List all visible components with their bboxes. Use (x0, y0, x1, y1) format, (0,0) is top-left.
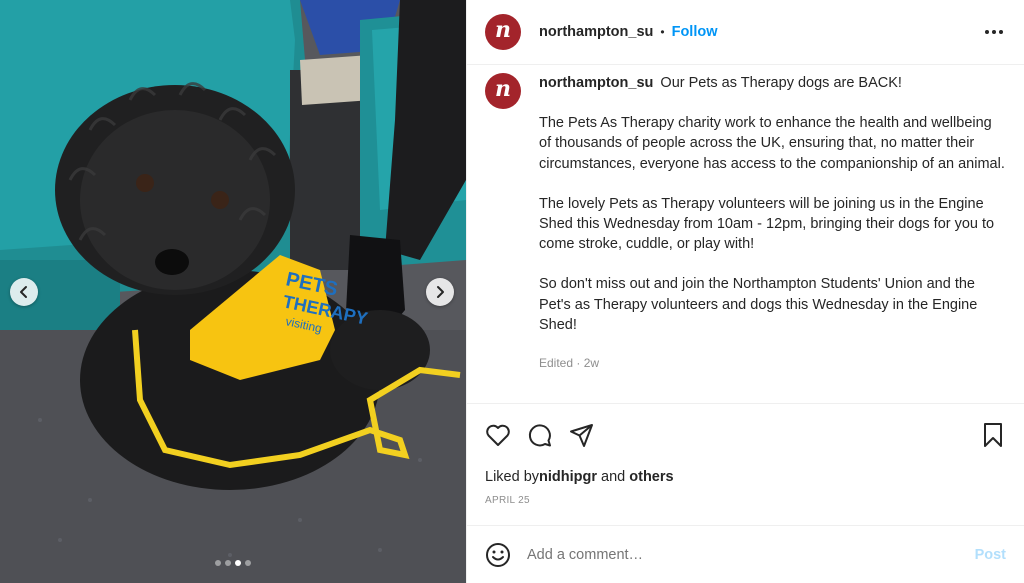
chevron-right-icon (437, 286, 444, 298)
liked-by-user-link[interactable]: nidhipgr (539, 469, 597, 485)
follow-button[interactable]: Follow (672, 24, 718, 40)
post-header: n northampton_su • Follow (467, 0, 1024, 65)
like-button[interactable] (485, 422, 511, 448)
likes-prefix: Liked by (485, 469, 540, 485)
more-horizontal-icon (985, 30, 1003, 34)
emoji-button[interactable] (485, 542, 511, 568)
caption-paragraph: So don't miss out and join the Northampt… (539, 276, 978, 333)
previous-photo-button[interactable] (10, 278, 38, 306)
share-button[interactable] (569, 422, 595, 448)
caption-username[interactable]: northampton_su (539, 75, 653, 91)
smiley-icon (486, 542, 510, 567)
caption: northampton_su Our Pets as Therapy dogs … (539, 73, 1006, 403)
caption-text: Our Pets as Therapy dogs are BACK! (660, 75, 902, 91)
save-button[interactable] (980, 422, 1006, 448)
carousel-dot (215, 560, 221, 566)
caption-paragraph: The Pets As Therapy charity work to enha… (539, 115, 1005, 172)
dog-photo-image: PETS THERAPY visiting (0, 0, 466, 583)
caption-paragraph: northampton_su Our Pets as Therapy dogs … (539, 73, 1006, 93)
post-date[interactable]: APRIL 25 (467, 489, 1024, 525)
comment-button[interactable] (527, 422, 553, 448)
comment-bar: Post (467, 525, 1024, 583)
avatar[interactable]: n (485, 14, 521, 50)
username-link[interactable]: northampton_su (539, 24, 653, 40)
caption-paragraph: The lovely Pets as Therapy volunteers wi… (539, 195, 995, 253)
carousel-dot-active (235, 560, 241, 566)
chevron-left-icon (20, 286, 27, 298)
post-photo[interactable]: PETS THERAPY visiting (0, 0, 466, 583)
edited-timestamp: Edited · 2w (539, 356, 600, 371)
action-bar (467, 403, 1024, 465)
carousel-dot (225, 560, 231, 566)
separator-dot: • (660, 25, 665, 39)
carousel-dot (245, 560, 251, 566)
bookmark-icon (984, 422, 1002, 447)
caption-avatar[interactable]: n (485, 73, 521, 109)
more-options-button[interactable] (982, 20, 1006, 44)
likes-others-link[interactable]: others (629, 469, 673, 485)
likes-and: and (597, 469, 630, 485)
avatar-logo: n (495, 17, 511, 43)
likes-summary: Liked by nidhipgr and others (467, 465, 1024, 489)
heart-icon (486, 424, 510, 446)
post-sidebar: n northampton_su • Follow n northampton_… (466, 0, 1024, 583)
next-photo-button[interactable] (426, 278, 454, 306)
avatar-logo: n (495, 76, 511, 102)
send-icon (570, 423, 593, 447)
caption-section: n northampton_su Our Pets as Therapy dog… (467, 65, 1024, 403)
post-comment-button[interactable]: Post (975, 547, 1006, 563)
comment-icon (528, 423, 551, 446)
comment-input[interactable] (527, 546, 975, 563)
carousel-indicator (0, 560, 466, 566)
